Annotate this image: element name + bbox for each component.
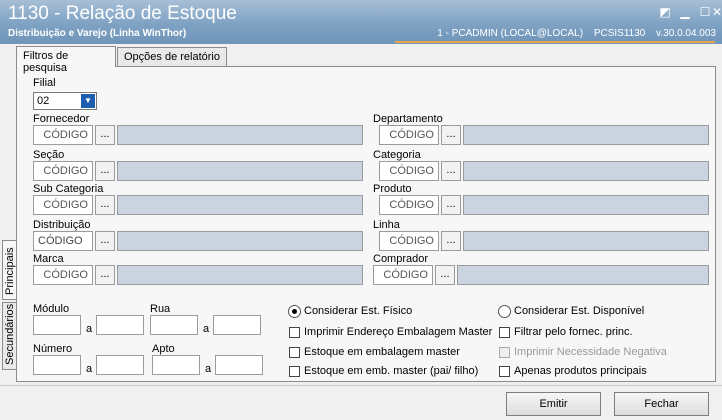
minimize-icon[interactable]: ▁ — [678, 5, 692, 19]
tab-filtros[interactable]: Filtros de pesquisa — [16, 46, 116, 74]
checkbox-endereco-master[interactable] — [289, 327, 300, 338]
distribuicao-description — [117, 231, 363, 251]
fechar-button[interactable]: Fechar — [614, 392, 709, 416]
linha-code-input[interactable]: CÓDIGO — [379, 231, 439, 251]
emitir-button[interactable]: Emitir — [506, 392, 601, 416]
numero-from-input[interactable] — [33, 355, 81, 375]
comprador-description — [457, 265, 709, 285]
fornecedor-description — [117, 125, 363, 145]
status-info: 1 - PCADMIN (LOCAL@LOCAL) PCSIS1130 v.30… — [429, 28, 716, 39]
radio-est-fisico[interactable] — [288, 305, 301, 318]
title-bar: 1130 - Relação de Estoque Distribuição e… — [0, 0, 722, 44]
comprador-label: Comprador — [373, 253, 429, 265]
apto-to-input[interactable] — [215, 355, 263, 375]
restore-icon[interactable]: ◩ — [658, 5, 672, 19]
tab-opcoes[interactable]: Opções de relatório — [117, 47, 227, 66]
chevron-down-icon[interactable]: ▼ — [81, 94, 95, 108]
window-subtitle: Distribuição e Varejo (Linha WinThor) — [8, 28, 187, 39]
marca-description — [117, 265, 363, 285]
linha-search-button[interactable]: ... — [441, 231, 461, 251]
marca-search-button[interactable]: ... — [95, 265, 115, 285]
marca-label: Marca — [33, 253, 64, 265]
produto-code-input[interactable]: CÓDIGO — [379, 195, 439, 215]
footer-bar: Emitir Fechar — [0, 385, 722, 420]
modulo-to-input[interactable] — [96, 315, 144, 335]
radio-est-disponivel-label: Considerar Est. Disponível — [514, 305, 645, 317]
categoria-description — [463, 161, 709, 181]
checkbox-pai-filho-label: Estoque em emb. master (pai/ filho) — [304, 365, 479, 377]
side-tab-principais-label: Principais — [4, 247, 16, 295]
apto-a-label: a — [205, 363, 212, 375]
marca-code-input[interactable]: CÓDIGO — [33, 265, 93, 285]
distribuicao-label: Distribuição — [33, 219, 91, 231]
comprador-code-input[interactable]: CÓDIGO — [373, 265, 433, 285]
side-tab-secundarios-label: Secundários — [4, 303, 16, 365]
checkbox-fornec-princ-label: Filtrar pelo fornec. princ. — [514, 326, 633, 338]
checkbox-emb-master-label: Estoque em embalagem master — [304, 346, 460, 358]
secao-code-input[interactable]: CÓDIGO — [33, 161, 93, 181]
produto-description — [463, 195, 709, 215]
close-icon[interactable]: ✕ — [712, 5, 722, 19]
linha-label: Linha — [373, 219, 400, 231]
subcategoria-label: Sub Categoria — [33, 183, 104, 195]
radio-est-disponivel[interactable] — [498, 305, 511, 318]
user-info: 1 - PCADMIN (LOCAL@LOCAL) — [437, 28, 584, 39]
checkbox-produtos-principais[interactable] — [499, 366, 510, 377]
distribuicao-search-button[interactable]: ... — [95, 231, 115, 251]
numero-label: Número — [33, 343, 73, 355]
categoria-label: Categoria — [373, 149, 421, 161]
secao-label: Seção — [33, 149, 65, 161]
fornecedor-code-input[interactable]: CÓDIGO — [33, 125, 93, 145]
fornecedor-search-button[interactable]: ... — [95, 125, 115, 145]
numero-a-label: a — [86, 363, 93, 375]
side-tab-principais[interactable]: Principais — [2, 240, 17, 300]
rua-label: Rua — [150, 303, 171, 315]
modulo-label: Módulo — [33, 303, 70, 315]
produto-search-button[interactable]: ... — [441, 195, 461, 215]
secao-search-button[interactable]: ... — [95, 161, 115, 181]
linha-description — [463, 231, 709, 251]
checkbox-fornec-princ[interactable] — [499, 327, 510, 338]
routine-code: PCSIS1130 — [593, 28, 646, 39]
fornecedor-label: Fornecedor — [33, 113, 90, 125]
radio-est-fisico-label: Considerar Est. Físico — [304, 305, 413, 317]
secao-description — [117, 161, 363, 181]
apto-from-input[interactable] — [152, 355, 200, 375]
checkbox-endereco-master-label: Imprimir Endereço Embalagem Master — [304, 326, 493, 338]
modulo-from-input[interactable] — [33, 315, 81, 335]
rua-a-label: a — [203, 323, 210, 335]
categoria-code-input[interactable]: CÓDIGO — [379, 161, 439, 181]
filial-label: Filial — [33, 77, 56, 89]
distribuicao-code-input[interactable]: CÓDIGO — [33, 231, 93, 251]
window-title: 1130 - Relação de Estoque — [8, 3, 237, 24]
side-tab-secundarios[interactable]: Secundários — [2, 302, 17, 370]
filter-panel: Filial 02 ▼ Fornecedor CÓDIGO ... Seção … — [16, 66, 716, 382]
comprador-search-button[interactable]: ... — [435, 265, 455, 285]
subcategoria-code-input[interactable]: CÓDIGO — [33, 195, 93, 215]
filial-value: 02 — [37, 95, 50, 107]
produto-label: Produto — [373, 183, 412, 195]
maximize-icon[interactable]: ☐ — [698, 5, 712, 19]
subcategoria-description — [117, 195, 363, 215]
main-frame: Filtros de pesquisa Opções de relatório … — [0, 44, 722, 420]
checkbox-produtos-principais-label: Apenas produtos principais — [514, 365, 647, 377]
departamento-label: Departamento — [373, 113, 443, 125]
accent-line — [395, 41, 715, 43]
rua-to-input[interactable] — [213, 315, 261, 335]
filial-select[interactable]: 02 ▼ — [33, 92, 97, 110]
checkbox-pai-filho[interactable] — [289, 366, 300, 377]
modulo-a-label: a — [86, 323, 93, 335]
checkbox-emb-master[interactable] — [289, 347, 300, 358]
apto-label: Apto — [152, 343, 175, 355]
checkbox-necessidade-negativa — [499, 347, 510, 358]
numero-to-input[interactable] — [96, 355, 144, 375]
checkbox-necessidade-negativa-label: Imprimir Necessidade Negativa — [514, 346, 667, 358]
categoria-search-button[interactable]: ... — [441, 161, 461, 181]
rua-from-input[interactable] — [150, 315, 198, 335]
departamento-description — [463, 125, 709, 145]
version-label: v.30.0.04.003 — [656, 28, 716, 39]
departamento-search-button[interactable]: ... — [441, 125, 461, 145]
departamento-code-input[interactable]: CÓDIGO — [379, 125, 439, 145]
subcategoria-search-button[interactable]: ... — [95, 195, 115, 215]
